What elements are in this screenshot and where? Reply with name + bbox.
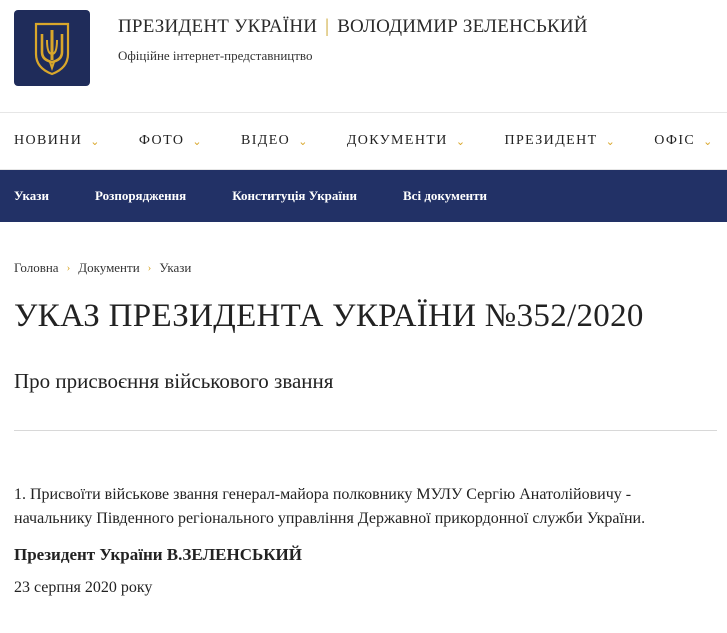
main-navigation: НОВИНИ ⌄ ФОТО ⌄ ВІДЕО ⌄ ДОКУМЕНТИ ⌄ ПРЕЗИДЕН… [0,113,727,170]
chevron-right-icon: › [66,262,71,274]
nav-item-documents[interactable]: ДОКУМЕНТИ ⌄ [347,133,467,149]
nav-item-news[interactable]: НОВИНИ ⌄ [14,133,101,149]
nav-item-label: ПРЕЗИДЕНТ [504,133,598,148]
chevron-down-icon: ⌄ [192,135,203,148]
site-header: ПРЕЗИДЕНТ УКРАЇНИ | ВОЛОДИМИР ЗЕЛЕНСЬКИЙ О… [0,0,727,113]
trident-icon [34,22,70,76]
nav-item-label: ОФІС [654,133,696,148]
nav-item-label: ФОТО [138,133,185,148]
nav-item-label: ДОКУМЕНТИ [346,133,448,148]
decree-date: 23 серпня 2020 року [14,579,153,596]
page-title: УКАЗ ПРЕЗИДЕНТА УКРАЇНИ №352/2020 [14,298,644,334]
chevron-down-icon: ⌄ [455,135,467,148]
nav-item-label: НОВИНИ [14,133,83,148]
breadcrumb-decrees[interactable]: Укази [159,260,191,276]
nav-item-office[interactable]: ОФІС ⌄ [654,133,714,149]
page-subtitle: Про присвоєння військового звання [14,369,334,393]
nav-item-video[interactable]: ВІДЕО ⌄ [241,133,309,149]
site-title[interactable]: ПРЕЗИДЕНТ УКРАЇНИ | ВОЛОДИМИР ЗЕЛЕНСЬКИЙ [118,16,588,38]
site-subtitle: Офіційне інтернет-представництво [118,48,313,63]
subnav-decrees[interactable]: Укази [14,188,49,204]
subnav-all-documents[interactable]: Всі документи [403,188,487,204]
nav-item-label: ВІДЕО [240,133,291,148]
decree-signature: Президент України В.ЗЕЛЕНСЬКИЙ [14,545,302,564]
chevron-down-icon: ⌄ [703,135,714,148]
breadcrumb: Головна › Документи › Укази [0,222,727,276]
decree-paragraph: 1. Присвоїти військове звання генерал-ма… [14,486,646,527]
subnav-orders[interactable]: Розпорядження [95,188,186,204]
divider [14,430,717,431]
subnav-constitution[interactable]: Конституція України [232,188,357,204]
title-separator: | [325,16,330,37]
chevron-down-icon: ⌄ [90,135,101,148]
documents-subnav: Укази Розпорядження Конституція України … [0,170,727,222]
decree-content: 1. Присвоїти військове звання генерал-ма… [0,483,727,597]
breadcrumb-documents[interactable]: Документи [78,260,139,276]
chevron-right-icon: › [147,262,152,274]
org-name: ПРЕЗИДЕНТ УКРАЇНИ [118,16,318,37]
coat-of-arms-logo[interactable] [14,10,90,86]
nav-item-president[interactable]: ПРЕЗИДЕНТ ⌄ [504,133,616,149]
chevron-down-icon: ⌄ [298,135,309,148]
breadcrumb-home[interactable]: Головна [14,260,59,276]
nav-item-photo[interactable]: ФОТО ⌄ [139,133,203,149]
president-name: ВОЛОДИМИР ЗЕЛЕНСЬКИЙ [337,16,588,37]
chevron-down-icon: ⌄ [605,135,617,148]
